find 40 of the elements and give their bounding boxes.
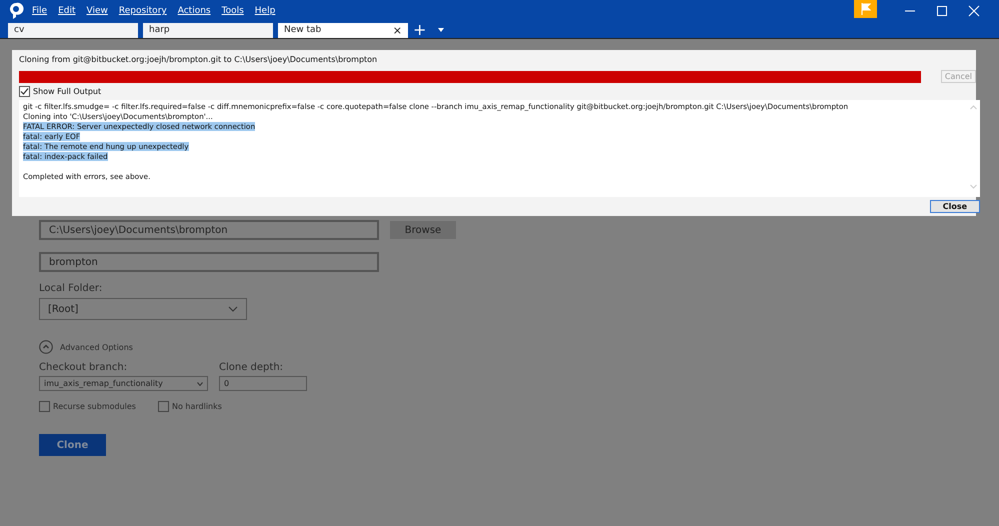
menu-item[interactable]: Edit [58,6,76,16]
menu-item[interactable]: View [86,6,108,16]
checkbox[interactable] [19,86,30,97]
checkout-branch-label: Checkout branch: [39,362,128,373]
add-tab-button[interactable]: + [413,23,426,37]
chevron-down-icon [228,306,238,312]
caret-down-icon [197,382,203,386]
advanced-options-toggle[interactable]: Advanced Options [60,342,133,352]
tab-label: harp [149,25,171,35]
checkbox[interactable] [158,401,169,412]
menu-item[interactable]: Repository [118,6,167,16]
menu-item[interactable]: Help [254,6,276,16]
dropdown-caret-icon[interactable] [437,27,446,33]
chevron-up-icon[interactable] [39,340,53,354]
clone-depth-label: Clone depth: [219,362,284,373]
checkbox-label: Show Full Output [33,87,102,96]
clone-depth-field[interactable]: 0 [219,376,307,391]
tab-label: New tab [284,25,322,35]
tab[interactable]: New tab × [278,22,408,38]
dialog-title: Cloning from git@bitbucket.org:joejh/brompton.git to C:\Users\joey\Documents\brompton [19,55,378,66]
checkbox[interactable] [39,401,50,412]
tab-close-button[interactable]: × [392,24,402,36]
checkbox-label: Recurse submodules [53,402,136,411]
menu-item[interactable]: File [32,6,48,16]
local-folder-dropdown[interactable]: [Root] [39,298,247,320]
location-pin-icon [8,2,24,20]
close-button[interactable]: Close [930,200,980,213]
checkbox-label: No hardlinks [172,402,222,411]
name-field[interactable]: brompton [39,252,379,272]
local-folder-label: Local Folder: [39,283,102,294]
menu-item[interactable]: Tools [222,6,244,16]
path-field[interactable]: C:\Users\joey\Documents\brompton [39,220,379,240]
tab[interactable]: cv [8,22,138,38]
branch-dropdown[interactable]: imu_axis_remap_functionality [39,376,208,391]
maximize-icon[interactable] [936,5,948,17]
close-icon[interactable] [968,5,980,17]
tab[interactable]: harp [143,22,273,38]
menu-item[interactable]: Actions [178,6,211,16]
flag-icon [860,3,870,15]
tab-label: cv [14,25,26,35]
